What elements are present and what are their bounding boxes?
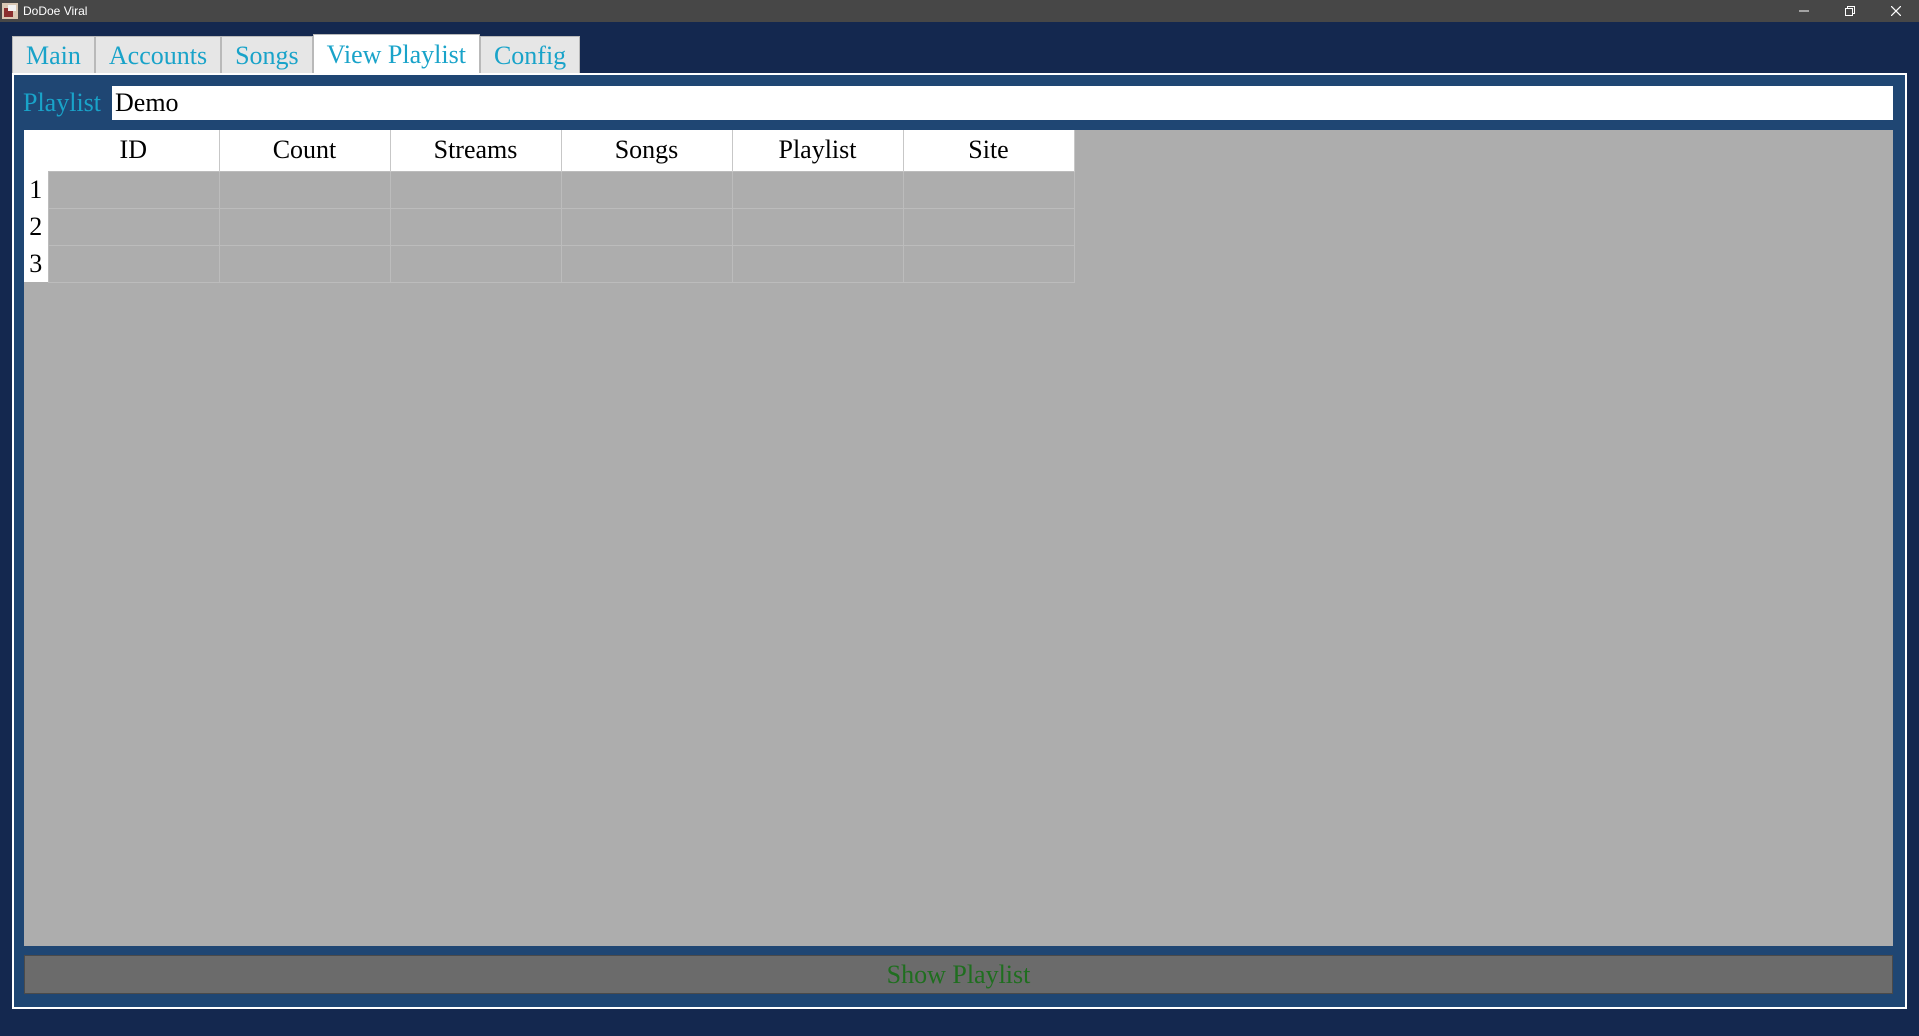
show-playlist-button[interactable]: Show Playlist bbox=[24, 955, 1893, 994]
table-cell[interactable] bbox=[218, 207, 391, 246]
table-cell[interactable] bbox=[902, 207, 1075, 246]
close-button[interactable] bbox=[1873, 0, 1919, 22]
minimize-icon bbox=[1799, 10, 1809, 12]
row-number[interactable]: 3 bbox=[24, 245, 48, 282]
tab-songs[interactable]: Songs bbox=[221, 36, 313, 74]
table-cell[interactable] bbox=[218, 244, 391, 283]
window-title: DoDoe Viral bbox=[23, 4, 88, 18]
tab-config[interactable]: Config bbox=[479, 36, 581, 74]
title-bar: DoDoe Viral bbox=[0, 0, 1919, 22]
playlist-grid[interactable]: ID Count Streams Songs Playlist Site 1 2 bbox=[24, 130, 1893, 946]
table-cell[interactable] bbox=[902, 170, 1075, 209]
table-cell[interactable] bbox=[560, 207, 733, 246]
table-cell[interactable] bbox=[218, 170, 391, 209]
row-number[interactable]: 1 bbox=[24, 171, 48, 208]
column-header-songs[interactable]: Songs bbox=[561, 130, 733, 171]
grid-corner[interactable] bbox=[24, 130, 48, 171]
tab-accounts[interactable]: Accounts bbox=[94, 36, 222, 74]
column-header-site[interactable]: Site bbox=[903, 130, 1075, 171]
restore-icon bbox=[1845, 6, 1855, 16]
table-cell[interactable] bbox=[389, 207, 562, 246]
header-row: ID Count Streams Songs Playlist Site bbox=[24, 130, 1075, 171]
table-cell[interactable] bbox=[731, 170, 904, 209]
row-number[interactable]: 2 bbox=[24, 208, 48, 245]
table-cell[interactable] bbox=[731, 207, 904, 246]
table-cell[interactable] bbox=[902, 244, 1075, 283]
table-cell[interactable] bbox=[389, 244, 562, 283]
table-cell[interactable] bbox=[560, 170, 733, 209]
playlist-label: Playlist bbox=[23, 88, 102, 117]
table-row: 3 bbox=[24, 244, 1075, 283]
table-row: 2 bbox=[24, 207, 1075, 246]
table-cell[interactable] bbox=[47, 170, 220, 209]
tab-view-playlist[interactable]: View Playlist bbox=[312, 34, 480, 74]
playlist-table: ID Count Streams Songs Playlist Site 1 2 bbox=[24, 130, 1075, 283]
column-header-playlist[interactable]: Playlist bbox=[732, 130, 904, 171]
table-cell[interactable] bbox=[389, 170, 562, 209]
minimize-button[interactable] bbox=[1781, 0, 1827, 22]
table-row: 1 bbox=[24, 170, 1075, 209]
playlist-input[interactable] bbox=[112, 86, 1893, 120]
column-header-count[interactable]: Count bbox=[219, 130, 391, 171]
restore-button[interactable] bbox=[1827, 0, 1873, 22]
close-icon bbox=[1891, 6, 1901, 16]
table-cell[interactable] bbox=[47, 207, 220, 246]
table-cell[interactable] bbox=[47, 244, 220, 283]
tab-bar: Main Accounts Songs View Playlist Config bbox=[12, 34, 581, 74]
table-cell[interactable] bbox=[731, 244, 904, 283]
column-header-id[interactable]: ID bbox=[48, 130, 220, 171]
table-cell[interactable] bbox=[560, 244, 733, 283]
app-icon bbox=[2, 3, 18, 19]
column-header-streams[interactable]: Streams bbox=[390, 130, 562, 171]
tab-main[interactable]: Main bbox=[12, 36, 95, 74]
